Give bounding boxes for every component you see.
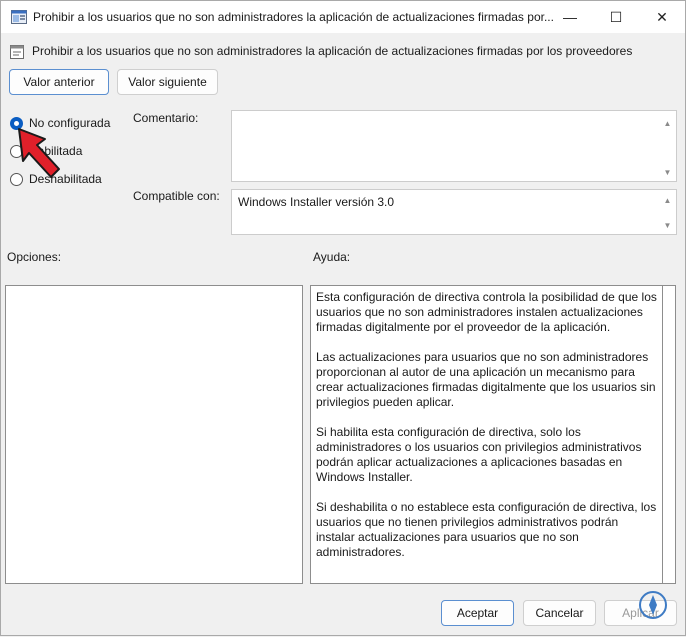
next-setting-button[interactable]: Valor siguiente xyxy=(117,69,218,95)
help-label: Ayuda: xyxy=(313,250,351,264)
previous-setting-button[interactable]: Valor anterior xyxy=(9,69,109,95)
help-scrollbar[interactable] xyxy=(663,285,676,584)
comment-label: Comentario: xyxy=(133,111,199,125)
window-title: Prohibir a los usuarios que no son admin… xyxy=(33,10,553,24)
options-panel xyxy=(5,285,303,584)
help-paragraph: Si habilita esta configuración de direct… xyxy=(316,425,642,484)
minimize-button[interactable]: — xyxy=(547,1,593,33)
close-button[interactable]: ✕ xyxy=(639,1,685,33)
policy-editor-icon xyxy=(11,10,27,24)
compatible-value: Windows Installer versión 3.0 xyxy=(238,195,395,209)
policy-title: Prohibir a los usuarios que no son admin… xyxy=(32,44,633,58)
comment-textarea[interactable]: ▲ ▼ xyxy=(231,110,677,182)
title-bar[interactable]: Prohibir a los usuarios que no son admin… xyxy=(1,1,685,33)
policy-dialog-window: Prohibir a los usuarios que no son admin… xyxy=(0,0,686,636)
scroll-up-icon[interactable]: ▲ xyxy=(663,196,672,205)
scroll-down-icon[interactable]: ▼ xyxy=(663,221,672,230)
policy-setting-icon xyxy=(10,45,24,59)
cancel-button[interactable]: Cancelar xyxy=(523,600,596,626)
help-paragraph: Esta configuración de directiva controla… xyxy=(316,290,657,334)
maximize-button[interactable]: ☐ xyxy=(593,1,639,33)
compatible-field[interactable]: Windows Installer versión 3.0 ▲ ▼ xyxy=(231,189,677,235)
scroll-down-icon[interactable]: ▼ xyxy=(663,168,672,177)
compatible-label: Compatible con: xyxy=(133,189,220,203)
red-pointer-arrow-icon xyxy=(18,128,60,178)
help-paragraph: Si deshabilita o no establece esta confi… xyxy=(316,500,657,559)
ok-button[interactable]: Aceptar xyxy=(441,600,514,626)
help-panel[interactable]: Esta configuración de directiva controla… xyxy=(310,285,663,584)
help-paragraph: Las actualizaciones para usuarios que no… xyxy=(316,350,656,409)
scroll-up-icon[interactable]: ▲ xyxy=(663,119,672,128)
options-label: Opciones: xyxy=(7,250,62,264)
watermark-logo-icon xyxy=(639,591,667,619)
